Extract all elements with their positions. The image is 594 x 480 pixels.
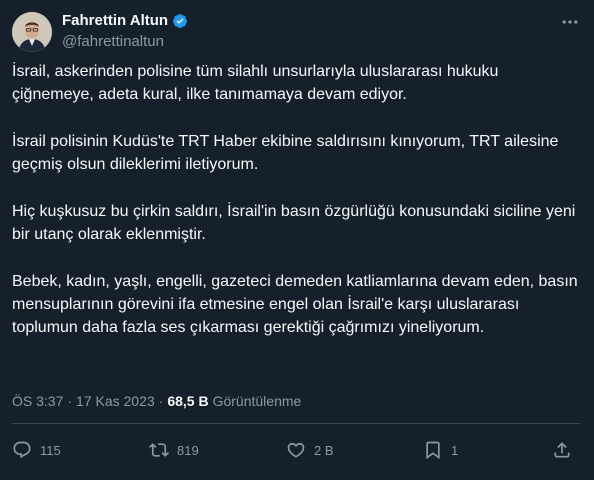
like-count: 2 B: [314, 442, 334, 458]
tweet-paragraph: İsrail, askerinden polisine tüm silahlı …: [12, 63, 499, 103]
avatar[interactable]: [12, 12, 52, 52]
repost-icon: [149, 443, 169, 457]
bookmark-button[interactable]: 1: [423, 440, 458, 460]
divider: [12, 423, 580, 424]
meta-separator: ·: [67, 393, 73, 409]
tweet-paragraph: Bebek, kadın, yaşlı, engelli, gazeteci d…: [12, 273, 578, 336]
tweet-time[interactable]: ÖS 3:37: [12, 393, 63, 409]
bookmark-icon: [426, 441, 440, 460]
author-name-row: Fahrettin Altun: [62, 12, 188, 29]
tweet-meta: ÖS 3:37 · 17 Kas 2023 · 68,5 B Görüntüle…: [12, 393, 301, 409]
reply-button[interactable]: 115: [12, 440, 61, 460]
repost-count: 819: [177, 442, 199, 458]
tweet-paragraph: Hiç kuşkusuz bu çirkin saldırı, İsrail'i…: [12, 203, 576, 243]
more-options-button[interactable]: [560, 12, 580, 32]
avatar-image: [12, 12, 52, 52]
author-handle[interactable]: @fahrettinaltun: [62, 33, 164, 50]
tweet-paragraph: İsrail polisinin Kudüs'te TRT Haber ekib…: [12, 133, 559, 173]
more-dots-icon: [562, 20, 578, 24]
share-button[interactable]: [552, 440, 572, 460]
action-bar: 115 819 2 B 1: [12, 440, 580, 464]
like-button[interactable]: 2 B: [286, 440, 334, 460]
meta-separator: ·: [158, 393, 164, 409]
author-display-name[interactable]: Fahrettin Altun: [62, 12, 168, 29]
repost-button[interactable]: 819: [149, 440, 199, 460]
bookmark-count: 1: [451, 442, 459, 458]
reply-icon: [13, 441, 31, 459]
share-icon: [554, 442, 570, 458]
views-count: 68,5 B: [167, 393, 209, 409]
heart-icon: [287, 442, 305, 458]
tweet-text: İsrail, askerinden polisine tüm silahlı …: [12, 60, 580, 363]
verified-badge-icon[interactable]: [172, 13, 188, 29]
tweet: Fahrettin Altun @fahrettinaltun İsrail, …: [0, 0, 594, 480]
views-label: Görüntülenme: [212, 393, 302, 409]
reply-count: 115: [40, 442, 61, 458]
tweet-date[interactable]: 17 Kas 2023: [76, 393, 155, 409]
